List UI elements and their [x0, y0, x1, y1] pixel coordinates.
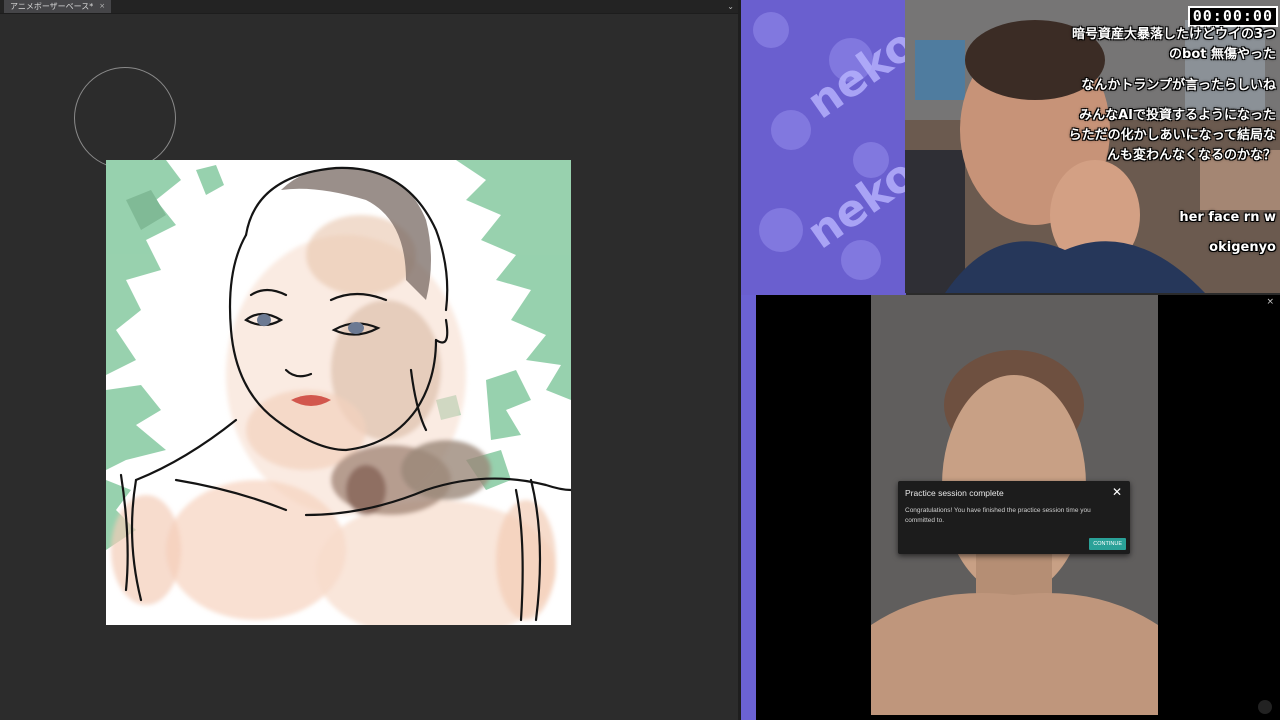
- panel-menu-dot[interactable]: [1258, 700, 1272, 714]
- right-eye: [348, 322, 364, 334]
- practice-complete-dialog: Practice session complete ✕ Congratulati…: [898, 481, 1130, 554]
- chat-message: なんかトランプが言ったらしいね: [1081, 78, 1276, 93]
- art-application: アニメボーザーベース* × ⌄: [0, 0, 740, 720]
- document-tab-label: アニメボーザーベース*: [10, 2, 94, 11]
- neko-pattern-art: neko neko: [741, 0, 906, 295]
- chat-message: okigenyo: [1209, 240, 1276, 255]
- continue-button[interactable]: CONTINUE: [1089, 538, 1126, 550]
- left-eye: [257, 314, 271, 326]
- webcam-feed: 00:00:00 暗号資産大暴落したけどウイの3つ のbot 無傷やった なんか…: [905, 0, 1280, 293]
- dialog-message: Congratulations! You have finished the p…: [905, 507, 1091, 524]
- portrait-painting: [106, 160, 571, 625]
- close-tab-icon[interactable]: ×: [99, 0, 105, 13]
- document-tab[interactable]: アニメボーザーベース* ×: [4, 0, 112, 13]
- stream-timer: 00:00:00: [1187, 6, 1278, 27]
- chat-message: みんなAIで投資するようになった らただの化かしあいになって結局な んも変わんな…: [1068, 108, 1276, 163]
- brush-cursor: [74, 67, 176, 169]
- drawing-canvas[interactable]: [106, 160, 571, 625]
- skin-washes: [111, 215, 556, 625]
- chat-message: 暗号資産大暴落したけどウイの3つ のbot 無傷やった: [1071, 27, 1276, 62]
- stream-overlay: neko neko 00:00:00 暗号資産大暴落したけどウイの3つ のbot…: [741, 0, 1280, 295]
- close-icon[interactable]: ✕: [1112, 485, 1122, 499]
- dialog-title: Practice session complete: [905, 488, 1004, 498]
- neko-background-pattern: neko neko: [741, 0, 906, 295]
- document-tab-bar: アニメボーザーベース* × ⌄: [0, 0, 740, 14]
- chevron-down-icon[interactable]: ⌄: [727, 0, 734, 13]
- chat-message: her face rn w: [1179, 210, 1276, 225]
- panel-close-icon[interactable]: ×: [1266, 297, 1274, 307]
